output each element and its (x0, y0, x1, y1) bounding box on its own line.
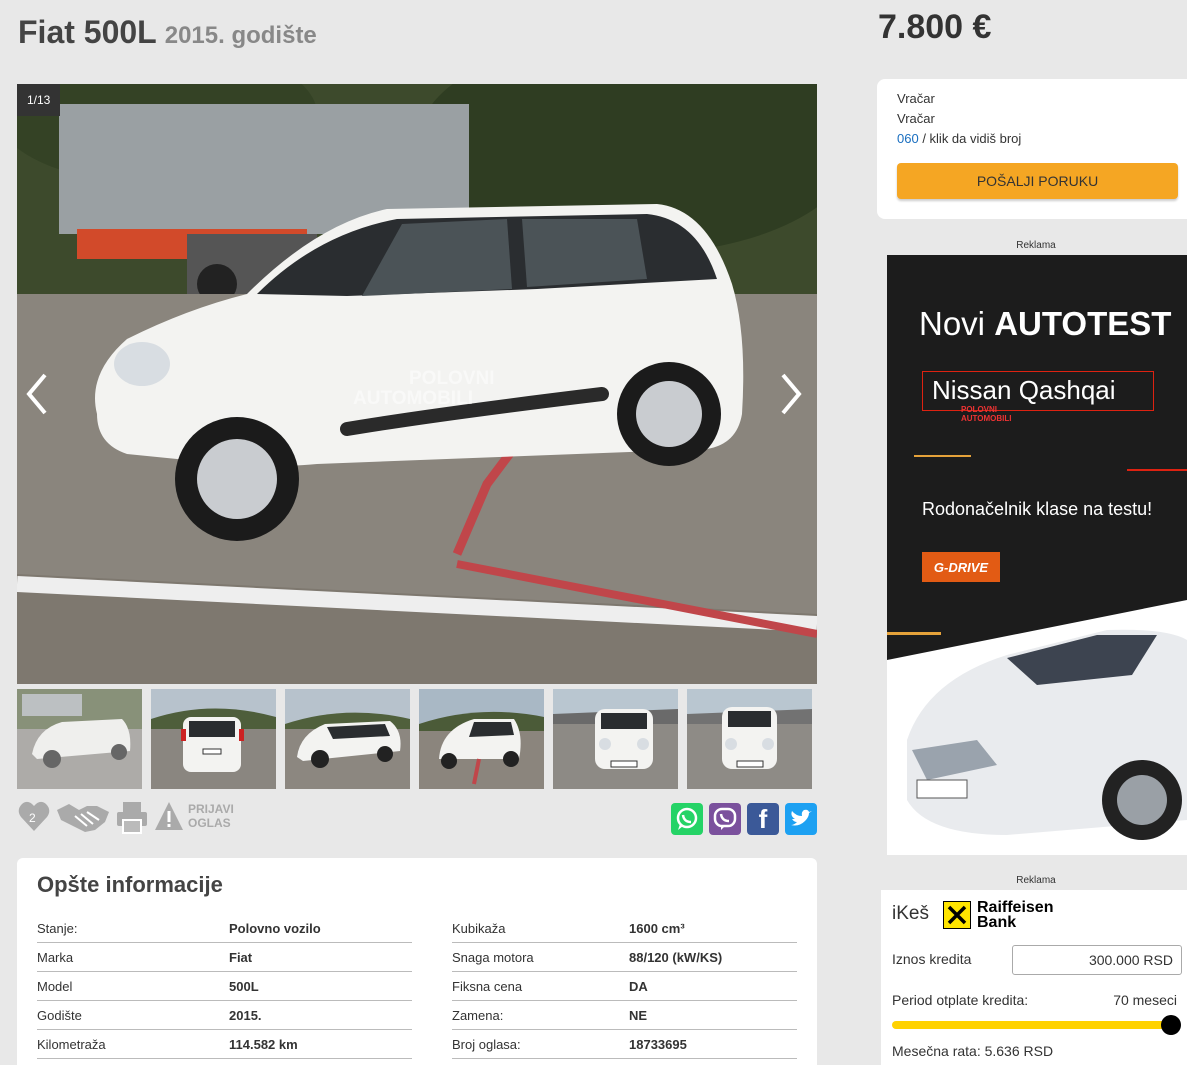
phone-line: 060 / klik da vidiš broj (897, 131, 1021, 146)
ikes-brand: iKeš (892, 903, 929, 924)
info-value: 88/120 (kW/KS) (629, 949, 723, 965)
photo-watermark: POLOVNI AUTOMOBILI (353, 368, 495, 409)
report-listing-button[interactable]: PRIJAVI OGLAS (154, 800, 234, 832)
thumbnail-strip (17, 689, 812, 789)
info-key: Kubikaža (452, 920, 506, 936)
phone-hint: / klik da vidiš broj (918, 131, 1022, 146)
loan-calculator: iKeš Raiffeisen Bank Iznos kredita 300.00… (881, 890, 1187, 1065)
amount-label: Iznos kredita (892, 951, 972, 967)
info-column-right: Kubikaža 1600 cm³ Snaga motora 88/120 (kW/… (452, 914, 797, 1059)
thumbnail[interactable] (285, 689, 410, 789)
period-label: Period otplate kredita: (892, 992, 1029, 1008)
thumbnail[interactable] (687, 689, 812, 789)
info-row: Fiksna cena DA (452, 972, 797, 1001)
nissan-car-image (887, 600, 1187, 855)
price: 7.800 € (878, 8, 992, 46)
info-key: Godište (37, 1007, 82, 1023)
info-row: Model 500L (37, 972, 412, 1001)
thumbnail[interactable] (553, 689, 678, 789)
info-value: 500L (229, 978, 259, 994)
ad-tagline: Rodonačelnik klase na testu! (922, 499, 1153, 519)
info-key: Zamena: (452, 1007, 504, 1023)
info-key: Snaga motora (452, 949, 534, 965)
ad-label: Reklama (1016, 240, 1056, 251)
phone-reveal-link[interactable]: 060 (897, 131, 919, 146)
viber-icon[interactable] (709, 803, 741, 835)
info-row: Broj oglasa: 18733695 (452, 1030, 797, 1059)
monthly-rate: Mesečna rata: 5.636 RSD (892, 1043, 1054, 1059)
raiffeisen-logo: Raiffeisen Bank (943, 900, 1053, 931)
info-key: Broj oglasa: (452, 1036, 521, 1052)
send-message-button[interactable]: POŠALJI PORUKU (897, 163, 1178, 199)
share-buttons: f (671, 803, 817, 835)
info-key: Model (37, 978, 73, 994)
info-value: 18733695 (629, 1036, 687, 1052)
info-key: Marka (37, 949, 74, 965)
prev-photo-arrow-icon[interactable] (19, 369, 59, 419)
seller-box: Vračar Vračar 060 / klik da vidiš broj P… (877, 79, 1187, 219)
warning-icon (155, 802, 183, 830)
info-column-left: Stanje: Polovno vozilo Marka Fiat Model 500… (37, 914, 412, 1059)
amount-input[interactable]: 300.000 RSD (1012, 945, 1182, 975)
favorite-heart-icon[interactable]: 2 (17, 800, 51, 839)
info-value: 114.582 km (229, 1036, 298, 1052)
facebook-icon[interactable]: f (747, 803, 779, 835)
report-label: OGLAS (188, 816, 231, 830)
info-value: Polovno vozilo (229, 920, 321, 936)
photo-counter: 1/13 (17, 84, 61, 116)
autotest-ad-banner[interactable]: Novi AUTOTEST Nissan Qashqai POLOVNI AUTO… (887, 255, 1187, 855)
info-key: Kilometraža (37, 1036, 106, 1052)
thumbnail[interactable] (419, 689, 544, 789)
section-title: Opšte informacije (37, 872, 223, 897)
car-title: Fiat 500L (18, 14, 157, 50)
period-slider-handle[interactable] (1161, 1015, 1181, 1035)
info-key: Stanje: (37, 920, 78, 936)
info-row: Marka Fiat (37, 943, 412, 972)
info-row: Godište 2015. (37, 1001, 412, 1030)
info-value: DA (629, 978, 648, 994)
info-value: 1600 cm³ (629, 920, 685, 936)
raiffeisen-cross-icon (943, 901, 971, 929)
ad-title: Novi AUTOTEST (919, 305, 1172, 342)
period-slider[interactable] (892, 1021, 1174, 1029)
handshake-icon[interactable] (55, 800, 111, 839)
info-value: 2015. (229, 1007, 262, 1023)
info-row: Stanje: Polovno vozilo (37, 914, 412, 943)
info-value: NE (629, 1007, 648, 1023)
period-value: 70 meseci (1113, 992, 1177, 1008)
car-year: 2015. godište (164, 22, 317, 49)
info-row: Zamena: NE (452, 1001, 797, 1030)
report-label: PRIJAVI (188, 802, 234, 816)
polovni-logo: POLOVNI AUTOMOBILI (961, 405, 1012, 423)
general-info-card: Opšte informacije Stanje: Polovno vozilo … (17, 858, 817, 1065)
print-icon[interactable] (116, 800, 148, 839)
listing-title: Fiat 500L 2015. godište (18, 14, 317, 51)
thumbnail[interactable] (151, 689, 276, 789)
seller-location: Vračar (897, 91, 935, 106)
info-row: Snaga motora 88/120 (kW/KS) (452, 943, 797, 972)
thumbnail[interactable] (17, 689, 142, 789)
seller-location: Vračar (897, 111, 935, 126)
next-photo-arrow-icon[interactable] (769, 369, 809, 419)
favorites-count: 2 (29, 811, 36, 825)
info-key: Fiksna cena (452, 978, 523, 994)
info-row: Kubikaža 1600 cm³ (452, 914, 797, 943)
whatsapp-icon[interactable] (671, 803, 703, 835)
ad-label: Reklama (1016, 875, 1056, 886)
ad-model: Nissan Qashqai (932, 375, 1116, 405)
twitter-icon[interactable] (785, 803, 817, 835)
listing-actions: 2 PRIJAVI OGLAS f (17, 800, 817, 840)
main-photo[interactable]: POLOVNI AUTOMOBILI 1/13 (17, 84, 817, 684)
info-row: Kilometraža 114.582 km (37, 1030, 412, 1059)
info-value: Fiat (229, 949, 253, 965)
gdrive-logo: G-DRIVE (922, 552, 1000, 582)
